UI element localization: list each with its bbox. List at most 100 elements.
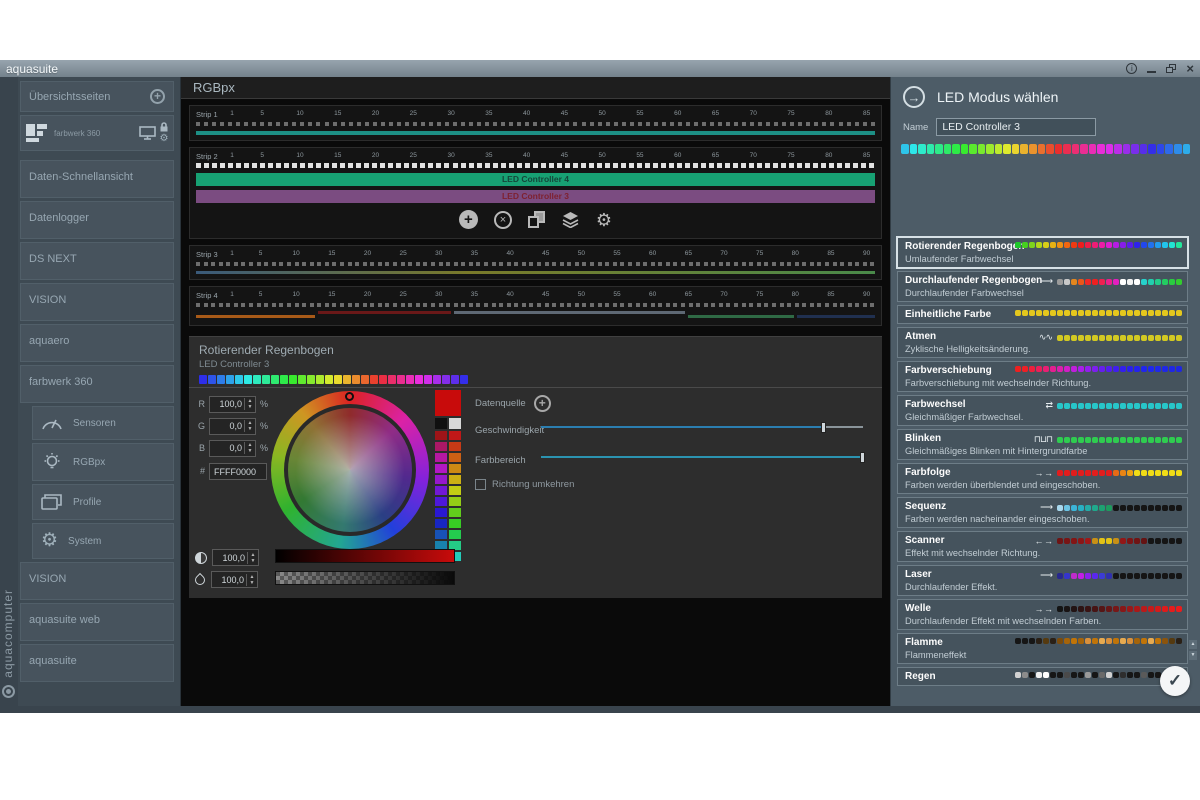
- controller-name-input[interactable]: LED Controller 3: [936, 118, 1096, 136]
- strip-1-assignment-bar[interactable]: [196, 131, 875, 135]
- add-controller-icon[interactable]: +: [459, 210, 478, 229]
- brightness-gradient-bar[interactable]: [275, 549, 455, 563]
- led-controller-3-bar[interactable]: LED Controller 3: [196, 190, 875, 203]
- close-icon[interactable]: ×: [1186, 63, 1194, 74]
- sidebar-item-system[interactable]: ⚙ System: [32, 523, 174, 559]
- strip-4-segment[interactable]: [797, 315, 875, 318]
- palette-swatch[interactable]: [435, 519, 447, 528]
- palette-swatch[interactable]: [449, 431, 461, 440]
- strip-1-panel[interactable]: Strip 1151015202530354045505560657075808…: [189, 105, 882, 141]
- mode-item-welle[interactable]: Welle→ →Durchlaufender Effekt mit wechse…: [897, 599, 1188, 630]
- palette-swatch[interactable]: [449, 453, 461, 462]
- mode-item-scanner[interactable]: Scanner← →Effekt mit wechselnder Richtun…: [897, 531, 1188, 562]
- strip-4-segment[interactable]: [196, 315, 315, 318]
- red-input[interactable]: 100,0 ▲▼: [209, 396, 256, 413]
- mode-item-regen[interactable]: Regen: [897, 667, 1188, 686]
- palette-swatch[interactable]: [435, 431, 447, 440]
- reverse-direction-checkbox[interactable]: [475, 479, 486, 490]
- palette-swatch[interactable]: [449, 475, 461, 484]
- mode-item-farbverschiebung[interactable]: FarbverschiebungFarbverschiebung mit wec…: [897, 361, 1188, 392]
- palette-swatch[interactable]: [435, 453, 447, 462]
- add-page-icon[interactable]: +: [150, 89, 165, 104]
- palette-swatch[interactable]: [435, 497, 447, 506]
- palette-swatch[interactable]: [435, 486, 447, 495]
- palette-swatch[interactable]: [449, 442, 461, 451]
- strip-4-segment[interactable]: [454, 311, 685, 314]
- layers-icon[interactable]: [561, 211, 580, 228]
- copy-controller-icon[interactable]: [528, 211, 545, 228]
- sidebar-item-ds-next[interactable]: DS NEXT: [20, 242, 174, 280]
- sidebar-overview-tile-farbwerk360[interactable]: farbwerk 360 ⚙: [20, 115, 174, 151]
- strip-2-panel[interactable]: Strip 2151015202530354045505560657075808…: [189, 147, 882, 239]
- strip-3-assignment-bar[interactable]: [196, 271, 875, 274]
- mode-item-durchlaufender-regenbogen[interactable]: Durchlaufender Regenbogen⟶Durchlaufender…: [897, 271, 1188, 302]
- spinner-arrows[interactable]: ▲▼: [246, 574, 257, 586]
- speed-slider[interactable]: [541, 421, 863, 433]
- spinner-arrows[interactable]: ▲▼: [247, 552, 258, 564]
- sidebar-item-aquasuite-web[interactable]: aquasuite web: [20, 603, 174, 641]
- sidebar-item-rgbpx[interactable]: RGBpx: [32, 443, 174, 481]
- palette-swatch[interactable]: [435, 475, 447, 484]
- spinner-arrows[interactable]: ▲▼: [244, 398, 255, 410]
- palette-swatch[interactable]: [449, 486, 461, 495]
- palette-swatch[interactable]: [449, 418, 461, 429]
- palette-swatch[interactable]: [449, 464, 461, 473]
- monitor-icon[interactable]: [139, 126, 156, 140]
- range-slider[interactable]: [541, 451, 863, 463]
- palette-swatch[interactable]: [449, 497, 461, 506]
- blue-input[interactable]: 0,0 ▲▼: [209, 440, 256, 457]
- restore-icon[interactable]: [1166, 64, 1176, 73]
- strip-4-segment[interactable]: [318, 311, 450, 314]
- controller-settings-icon[interactable]: ⚙: [596, 211, 612, 229]
- mode-item-einheitliche-farbe[interactable]: Einheitliche Farbe: [897, 305, 1188, 324]
- info-icon[interactable]: i: [1126, 63, 1137, 74]
- color-wheel-marker[interactable]: [345, 392, 354, 401]
- add-datasource-icon[interactable]: +: [534, 395, 551, 412]
- back-arrow-icon[interactable]: →: [903, 86, 925, 108]
- color-wheel[interactable]: [271, 391, 429, 549]
- sidebar-item-sensoren[interactable]: Sensoren: [32, 406, 174, 440]
- spinner-arrows[interactable]: ▲▼: [244, 420, 255, 432]
- green-input[interactable]: 0,0 ▲▼: [209, 418, 256, 435]
- gear-icon[interactable]: ⚙: [160, 133, 169, 144]
- palette-swatch[interactable]: [449, 530, 461, 539]
- sidebar-item-vision[interactable]: VISION: [20, 283, 174, 321]
- strip-4-panel[interactable]: Strip 4151015202530354045505560657075808…: [189, 286, 882, 326]
- sidebar-item-aquaero[interactable]: aquaero: [20, 324, 174, 362]
- opacity-input[interactable]: 100,0 ▲▼: [211, 571, 258, 588]
- palette-swatch[interactable]: [435, 418, 447, 429]
- sidebar-item-aquasuite[interactable]: aquasuite: [20, 644, 174, 682]
- mode-item-laser[interactable]: Laser⟶Durchlaufender Effekt.: [897, 565, 1188, 596]
- mode-item-flamme[interactable]: FlammeFlammeneffekt: [897, 633, 1188, 664]
- list-scrollbar[interactable]: ▲▼: [1189, 640, 1197, 660]
- current-color-swatch[interactable]: [435, 390, 461, 416]
- mode-item-blinken[interactable]: Blinken⊓⊔⊓Gleichmäßiges Blinken mit Hint…: [897, 429, 1188, 460]
- mode-item-sequenz[interactable]: Sequenz⟶Farben werden nacheinander einge…: [897, 497, 1188, 528]
- mode-item-farbfolge[interactable]: Farbfolge→ →Farben werden überblendet un…: [897, 463, 1188, 494]
- sidebar-item-datenlogger[interactable]: Datenlogger: [20, 201, 174, 239]
- palette-swatch[interactable]: [435, 508, 447, 517]
- mode-item-rotierender-regenbogen[interactable]: Rotierender RegenbogenUmlaufender Farbwe…: [897, 237, 1188, 268]
- palette-swatch[interactable]: [435, 442, 447, 451]
- strip-3-panel[interactable]: Strip 3151015202530354045505560657075808…: [189, 245, 882, 280]
- sidebar-item-daten-schnellansicht[interactable]: Daten-Schnellansicht: [20, 160, 174, 198]
- delete-controller-icon[interactable]: ×: [494, 211, 512, 229]
- led-controller-4-bar[interactable]: LED Controller 4: [196, 173, 875, 186]
- mode-item-farbwechsel[interactable]: Farbwechsel⇄Gleichmäßiger Farbwechsel.: [897, 395, 1188, 426]
- spinner-arrows[interactable]: ▲▼: [244, 442, 255, 454]
- strip-4-assignment-segments[interactable]: [196, 311, 875, 320]
- strip-4-segment[interactable]: [688, 315, 793, 318]
- minimize-icon[interactable]: [1147, 65, 1156, 73]
- sidebar-item-profile[interactable]: Profile: [32, 484, 174, 520]
- palette-swatch[interactable]: [435, 464, 447, 473]
- palette-swatch[interactable]: [449, 508, 461, 517]
- sidebar-item-farbwerk360[interactable]: farbwerk 360: [20, 365, 174, 403]
- hex-color-input[interactable]: FFFF0000: [209, 463, 267, 480]
- confirm-button[interactable]: ✓: [1160, 666, 1190, 696]
- brightness-input[interactable]: 100,0 ▲▼: [212, 549, 259, 566]
- opacity-gradient-bar[interactable]: [275, 571, 455, 585]
- sidebar-item-uebersichtsseiten[interactable]: Übersichtsseiten +: [20, 81, 174, 112]
- palette-swatch[interactable]: [449, 519, 461, 528]
- sidebar-item-vision-2[interactable]: VISION: [20, 562, 174, 600]
- mode-item-atmen[interactable]: Atmen∿∿Zyklische Helligkeitsänderung.: [897, 327, 1188, 358]
